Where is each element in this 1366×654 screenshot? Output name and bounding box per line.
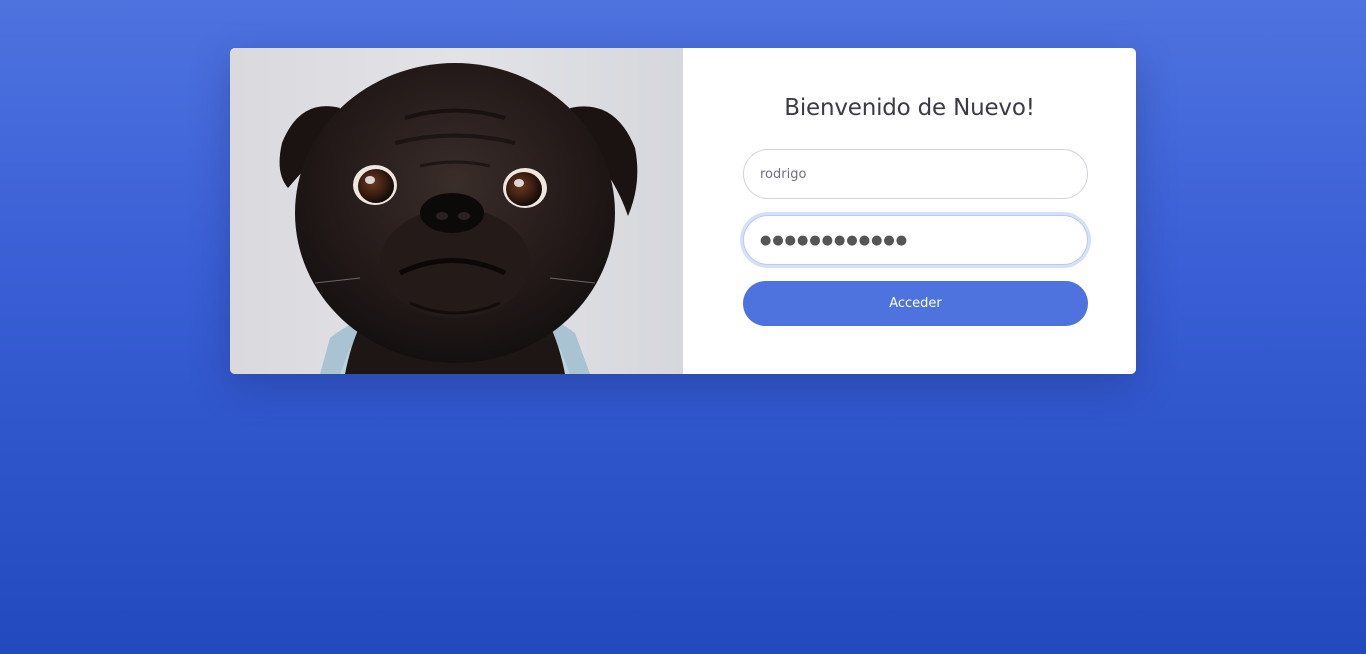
username-input[interactable]	[743, 149, 1088, 199]
pug-dog-photo	[230, 48, 683, 374]
login-page: { "login": { "heading": "Bienvenido de N…	[0, 0, 1366, 654]
page-title: Bienvenido de Nuevo!	[784, 95, 1035, 121]
pug-illustration	[279, 63, 638, 374]
login-card: Bienvenido de Nuevo! ●●●●●●●●●●●● Accede…	[230, 48, 1136, 374]
login-button[interactable]: Acceder	[743, 281, 1088, 326]
password-mask: ●●●●●●●●●●●●	[760, 232, 909, 248]
password-input[interactable]: ●●●●●●●●●●●●	[743, 215, 1088, 265]
login-form: Bienvenido de Nuevo! ●●●●●●●●●●●● Accede…	[683, 48, 1136, 374]
